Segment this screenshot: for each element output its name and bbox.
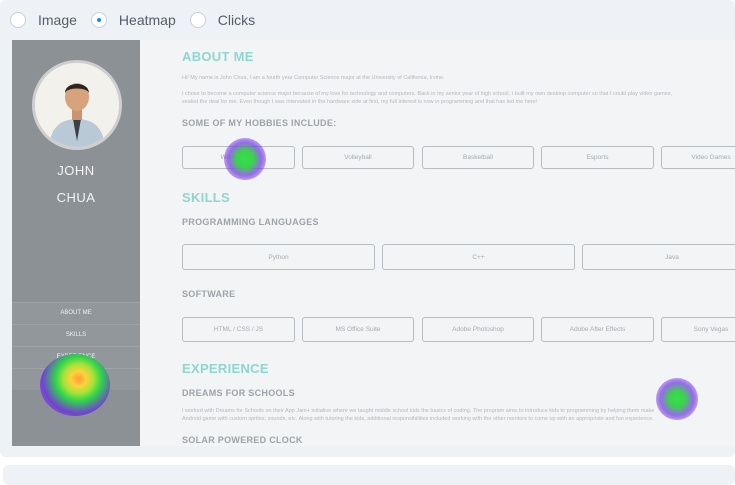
software-after-effects[interactable]: Adobe After Effects [541,317,654,342]
job1-line1: I worked with Dreams for Schools on thei… [182,408,655,414]
language-java[interactable]: Java [582,244,735,270]
about-intro: Hi! My name is John Chua, I am a fourth … [182,75,445,81]
mode-image-option[interactable]: Image [10,12,77,28]
next-panel [3,465,735,485]
mode-image-label: Image [38,12,77,28]
job1-line2: Android game with custom sprites, sounds… [182,416,654,422]
mode-clicks-option[interactable]: Clicks [189,12,256,28]
sidebar-nav: ABOUT ME SKILLS EXPERIENCE CONTACT [12,302,140,390]
nav-contact[interactable]: CONTACT [12,368,140,390]
hobby-working-out[interactable]: Working Out [182,146,295,169]
software-sony-vegas[interactable]: Sony Vegas [661,317,735,342]
software-photoshop[interactable]: Adobe Photoshop [422,317,534,342]
radio-clicks[interactable] [189,12,206,28]
page-preview: JOHN CHUA ABOUT ME SKILLS EXPERIENCE CON… [12,40,735,446]
mode-heatmap-label: Heatmap [118,12,176,28]
about-para-line1: I chose to become a computer science maj… [182,91,673,97]
mode-heatmap-option[interactable]: Heatmap [90,12,176,28]
last-name: CHUA [56,190,96,205]
hobby-basketball[interactable]: Basketball [422,146,534,169]
language-cpp[interactable]: C++ [382,244,575,270]
nav-experience[interactable]: EXPERIENCE [12,346,140,368]
radio-image[interactable] [10,12,26,28]
radio-heatmap[interactable] [90,12,107,28]
about-heading: ABOUT ME [182,49,254,64]
experience-heading: EXPERIENCE [182,361,269,376]
software-html-css-js[interactable]: HTML / CSS / JS [182,317,295,342]
first-name: JOHN [57,163,95,178]
software-heading: SOFTWARE [182,289,236,299]
skills-heading: SKILLS [182,190,231,205]
view-mode-selector: Image Heatmap Clicks [10,9,269,31]
hobby-esports[interactable]: Esports [541,146,654,169]
main-content: ABOUT ME Hi! My name is John Chua, I am … [182,40,735,446]
hobby-volleyball[interactable]: Volleyball [302,146,414,169]
nav-about-me[interactable]: ABOUT ME [12,302,140,324]
hobbies-heading: SOME OF MY HOBBIES INCLUDE: [182,118,337,128]
profile-sidebar: JOHN CHUA ABOUT ME SKILLS EXPERIENCE CON… [12,40,140,446]
job1-title: DREAMS FOR SCHOOLS [182,388,295,398]
mode-clicks-label: Clicks [217,12,256,28]
avatar [32,60,122,150]
hobby-video-games[interactable]: Video Games [661,146,735,169]
about-para-line2: sealed the deal for me. Even though I wa… [182,99,538,105]
programming-heading: PROGRAMMING LANGUAGES [182,217,319,227]
software-ms-office[interactable]: MS Office Suite [302,317,414,342]
job2-title: SOLAR POWERED CLOCK [182,435,303,445]
nav-skills[interactable]: SKILLS [12,324,140,346]
language-python[interactable]: Python [182,244,375,270]
